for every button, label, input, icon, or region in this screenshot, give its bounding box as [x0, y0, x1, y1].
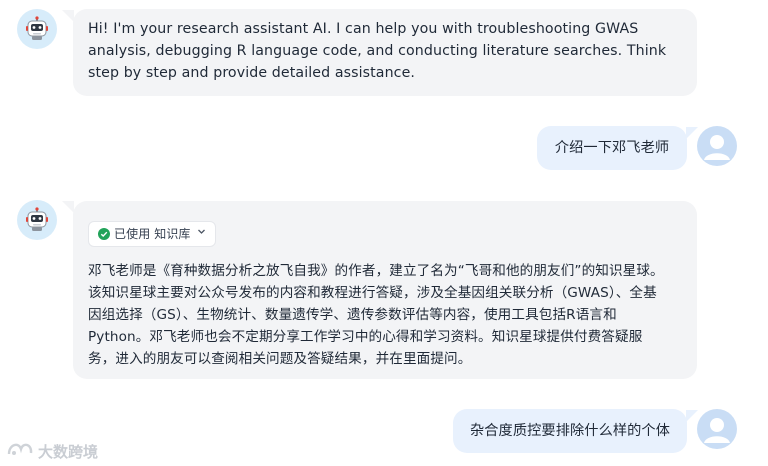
answer-line: 因组选择（GS）、生物统计、数量遗传学、遗传参数评估等内容，使用工具包括R语言和	[88, 307, 617, 323]
user-message-text: 介绍一下邓飞老师	[554, 140, 670, 156]
answer-line: 该知识星球主要对公众号发布的内容和教程进行答疑，涉及全基因组关联分析（GWAS）…	[88, 285, 657, 301]
watermark-text: 大数跨境	[38, 442, 99, 461]
bot-avatar	[17, 200, 57, 240]
answer-body: 邓飞老师是《育种数据分析之放飞自我》的作者，建立了名为“飞哥和他的朋友们”的知识…	[88, 260, 682, 370]
user-message-1: 介绍一下邓飞老师	[537, 126, 687, 170]
user-icon	[697, 409, 737, 449]
check-circle-icon	[98, 228, 110, 240]
answer-line: Python。邓飞老师也会不定期分享工作学习中的心得和学习资料。知识星球提供付费…	[88, 329, 643, 345]
user-avatar	[697, 126, 737, 166]
bot-avatar	[17, 9, 57, 49]
answer-line: 邓飞老师是《育种数据分析之放飞自我》的作者，建立了名为“飞哥和他的朋友们”的知识…	[88, 263, 664, 279]
knowledge-base-label: 已使用 知识库	[114, 227, 191, 241]
bot-message-answer: 已使用 知识库 邓飞老师是《育种数据分析之放飞自我》的作者，建立了名为“飞哥和他…	[73, 201, 697, 379]
user-message-text: 杂合度质控要排除什么样的个体	[469, 423, 671, 439]
user-avatar	[697, 409, 737, 449]
bot-message-text: Hi! I'm your research assistant AI. I ca…	[88, 21, 667, 81]
bubble-tail	[62, 201, 74, 213]
chevron-down-icon	[197, 223, 206, 245]
knowledge-base-toggle[interactable]: 已使用 知识库	[88, 221, 216, 247]
robot-icon	[24, 207, 50, 233]
watermark: 大数跨境	[6, 440, 98, 462]
user-icon	[697, 126, 737, 166]
watermark-logo-icon	[6, 440, 34, 462]
robot-icon	[24, 16, 50, 42]
bot-message-intro: Hi! I'm your research assistant AI. I ca…	[73, 9, 697, 96]
user-message-2: 杂合度质控要排除什么样的个体	[453, 409, 687, 453]
answer-line: 务，进入的朋友可以查阅相关问题及答疑结果，并在里面提问。	[88, 351, 472, 367]
chat-thread: Hi! I'm your research assistant AI. I ca…	[0, 0, 768, 466]
